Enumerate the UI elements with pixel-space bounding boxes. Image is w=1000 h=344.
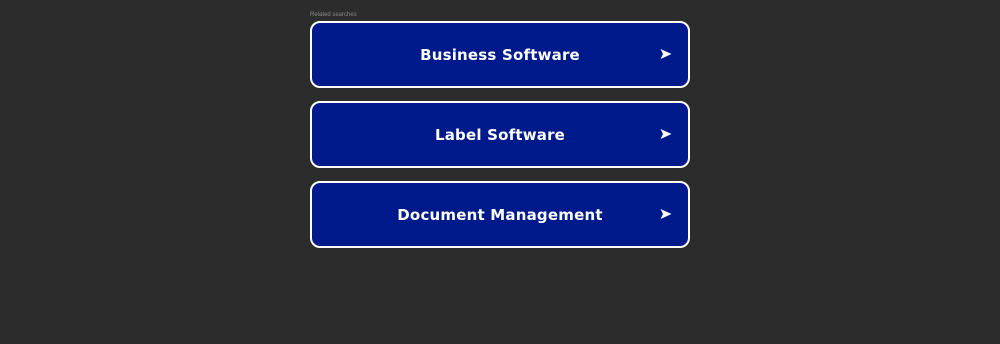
related-search-business-software[interactable]: Business Software <box>310 21 690 88</box>
arrow-right-icon <box>660 128 672 139</box>
related-searches: Related searches Business Software Label… <box>310 11 690 261</box>
related-search-document-management[interactable]: Document Management <box>310 181 690 248</box>
related-search-label: Label Software <box>434 125 566 144</box>
related-search-label: Business Software <box>420 45 580 64</box>
related-search-label-software[interactable]: Label Software <box>310 101 690 168</box>
related-searches-heading: Related searches <box>310 12 357 18</box>
arrow-right-icon <box>660 48 672 59</box>
arrow-right-icon <box>660 208 672 219</box>
related-search-label: Document Management <box>397 205 603 224</box>
related-searches-list: Business Software Label Software Documen… <box>310 21 690 248</box>
